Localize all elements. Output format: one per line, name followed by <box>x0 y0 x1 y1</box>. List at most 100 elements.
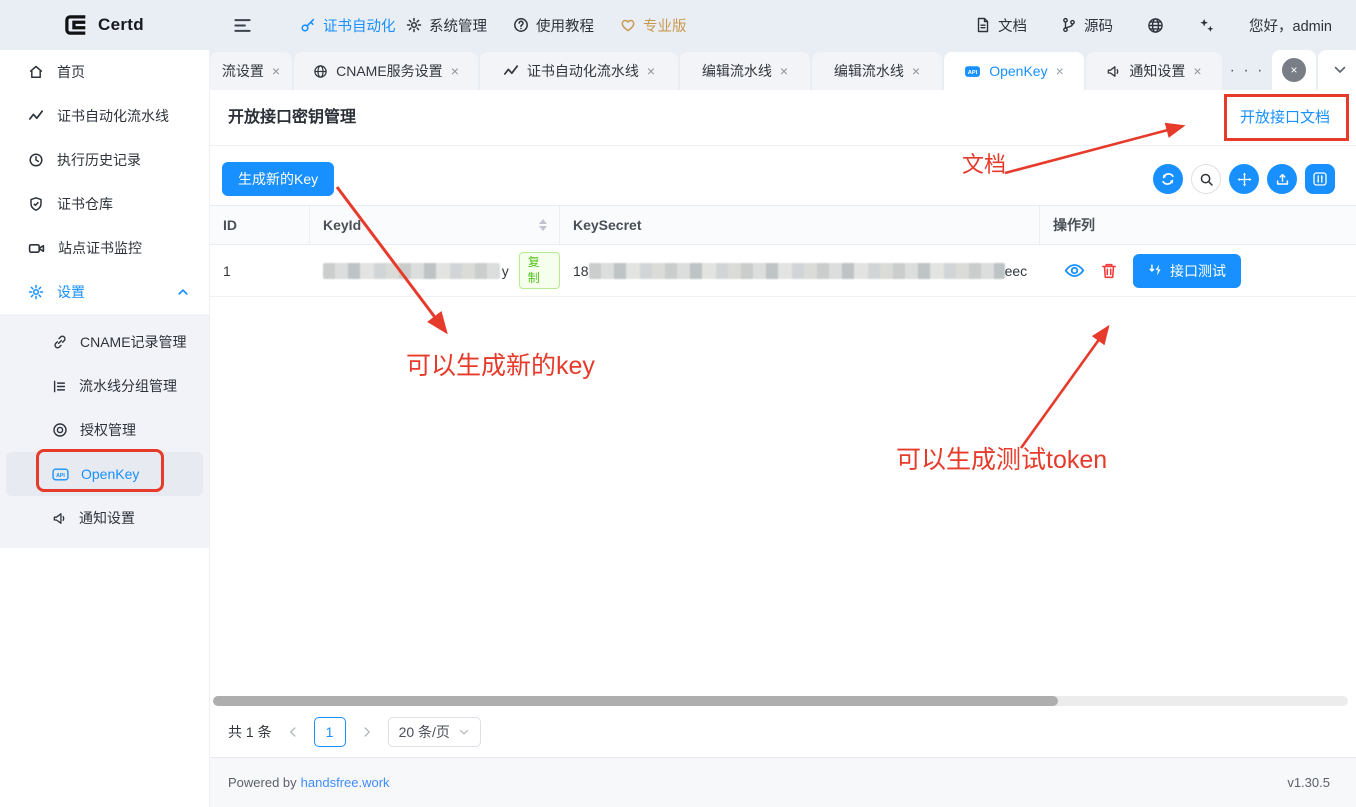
sort-icon[interactable] <box>539 219 547 231</box>
close-icon[interactable]: × <box>272 64 280 78</box>
current-page-button[interactable]: 1 <box>314 717 346 747</box>
svg-text:API: API <box>56 472 65 478</box>
table-header-row: ID KeyId KeySecret 操作列 <box>210 205 1356 245</box>
gear-icon <box>406 17 422 33</box>
page-size-select[interactable]: 20 条/页 <box>388 717 481 747</box>
next-page-icon[interactable] <box>360 725 374 739</box>
sidebar-item-settings[interactable]: 设置 <box>0 270 209 314</box>
tab-openkey[interactable]: API OpenKey × <box>944 52 1084 90</box>
close-icon[interactable]: × <box>1056 64 1064 78</box>
top-navbar: Certd 证书自动化 系统管理 <box>0 0 1356 50</box>
page-header: 开放接口密钥管理 开放接口文档 <box>210 90 1356 146</box>
close-icon[interactable]: × <box>647 64 655 78</box>
horizontal-scrollbar <box>213 696 1348 706</box>
open-api-doc-link[interactable]: 开放接口文档 <box>1240 90 1330 146</box>
nav-link-source[interactable]: 源码 <box>1061 15 1113 36</box>
handsfree-link[interactable]: handsfree.work <box>301 775 390 790</box>
close-icon[interactable]: × <box>780 64 788 78</box>
table-toolbar <box>1153 164 1335 194</box>
app-version: v1.30.5 <box>1287 775 1330 790</box>
gear-icon <box>28 284 44 300</box>
sidebar-item-cname-records[interactable]: CNAME记录管理 <box>0 320 209 364</box>
svg-text:API: API <box>968 69 978 75</box>
user-greeting[interactable]: 您好，admin <box>1249 15 1332 36</box>
link-icon <box>52 334 68 350</box>
close-icon[interactable]: × <box>912 64 920 78</box>
sidebar-item-cert-repo[interactable]: 证书仓库 <box>0 182 209 226</box>
nav-item-pro-edition[interactable]: 专业版 <box>620 0 687 50</box>
search-button[interactable] <box>1191 164 1221 194</box>
cell-actions: 接口测试 <box>1040 254 1356 288</box>
delete-icon[interactable] <box>1100 262 1118 280</box>
view-icon[interactable] <box>1064 260 1085 281</box>
sidebar-item-history[interactable]: 执行历史记录 <box>0 138 209 182</box>
git-branch-icon <box>1061 17 1077 33</box>
tab-edit-pipeline-2[interactable]: 编辑流水线 × <box>812 52 942 90</box>
tabs-dropdown-button[interactable] <box>1318 50 1356 90</box>
generate-key-button[interactable]: 生成新的Key <box>222 162 334 196</box>
tab-cert-pipeline[interactable]: 证书自动化流水线 × <box>480 52 678 90</box>
history-icon <box>28 152 44 168</box>
prev-page-icon[interactable] <box>286 725 300 739</box>
sparkles-icon[interactable] <box>1198 17 1215 34</box>
chevron-down-icon <box>458 726 470 738</box>
api-test-button[interactable]: 接口测试 <box>1133 254 1241 288</box>
certd-logo-icon <box>62 12 88 38</box>
video-monitor-icon <box>28 240 45 257</box>
copy-tag-button[interactable]: 复制 <box>519 252 560 289</box>
megaphone-icon <box>1106 64 1121 79</box>
sidebar-item-site-monitor[interactable]: 站点证书监控 <box>0 226 209 270</box>
close-icon[interactable]: × <box>1193 64 1201 78</box>
pagination: 共 1 条 1 20 条/页 <box>228 712 481 752</box>
cell-keyid: y 复制 <box>310 252 560 289</box>
sidebar-item-notify-settings[interactable]: 通知设置 <box>0 496 209 540</box>
certd-app: Certd 证书自动化 系统管理 <box>0 0 1356 807</box>
pulse-icon <box>28 108 44 124</box>
nav-item-tutorial[interactable]: 使用教程 <box>513 0 594 50</box>
tab-truncated-settings[interactable]: 流设置 × <box>210 52 292 90</box>
megaphone-icon <box>52 511 67 526</box>
column-header-keysecret: KeySecret <box>560 206 1040 244</box>
annotation-generate-key: 可以生成新的key <box>406 346 595 382</box>
globe-icon <box>313 64 328 79</box>
settings-submenu: CNAME记录管理 流水线分组管理 授权管理 <box>0 314 209 548</box>
language-globe-icon[interactable] <box>1147 17 1164 34</box>
sidebar-item-openkey[interactable]: API OpenKey <box>6 452 203 496</box>
nav-item-cert-automation[interactable]: 证书自动化 <box>300 0 396 50</box>
chevron-down-icon <box>1332 62 1348 78</box>
footer: Powered byhandsfree.work v1.30.5 <box>210 757 1356 807</box>
pagination-total: 共 1 条 <box>228 722 272 742</box>
sidebar-item-auth-management[interactable]: 授权管理 <box>0 408 209 452</box>
main-content: 开放接口密钥管理 开放接口文档 生成新的Key <box>210 90 1356 807</box>
nav-item-system-admin[interactable]: 系统管理 <box>406 0 487 50</box>
refresh-button[interactable] <box>1153 164 1183 194</box>
openkey-table: ID KeyId KeySecret 操作列 1 y 复制 18 e <box>210 205 1356 297</box>
compact-toggle-button[interactable] <box>1229 164 1259 194</box>
column-header-actions: 操作列 <box>1040 206 1356 244</box>
column-header-keyid[interactable]: KeyId <box>310 206 560 244</box>
redacted-keyid <box>323 263 500 279</box>
brand[interactable]: Certd <box>62 0 144 50</box>
tabs-more-icon[interactable]: · · · <box>1224 52 1270 90</box>
doc-icon <box>975 17 991 33</box>
key-icon <box>300 17 316 33</box>
cell-id: 1 <box>210 263 310 279</box>
tab-cname-service[interactable]: CNAME服务设置 × <box>294 52 478 90</box>
close-all-tabs-button[interactable]: × <box>1272 50 1316 90</box>
export-button[interactable] <box>1267 164 1297 194</box>
column-settings-button[interactable] <box>1305 164 1335 194</box>
nav-link-docs[interactable]: 文档 <box>975 15 1027 36</box>
sidebar-collapse-icon[interactable] <box>230 13 254 37</box>
sidebar-item-home[interactable]: 首页 <box>0 50 209 94</box>
cell-keysecret: 18 eec <box>560 263 1040 279</box>
home-icon <box>28 64 44 80</box>
close-icon[interactable]: × <box>451 64 459 78</box>
redacted-keysecret <box>589 263 1005 279</box>
sidebar-item-pipeline-groups[interactable]: 流水线分组管理 <box>0 364 209 408</box>
sidebar-item-pipelines[interactable]: 证书自动化流水线 <box>0 94 209 138</box>
tab-edit-pipeline-1[interactable]: 编辑流水线 × <box>680 52 810 90</box>
tab-notify-settings[interactable]: 通知设置 × <box>1086 52 1222 90</box>
annotation-test-token: 可以生成测试token <box>896 440 1107 476</box>
pulse-icon <box>503 63 519 79</box>
horizontal-scrollbar-thumb[interactable] <box>213 696 1058 706</box>
